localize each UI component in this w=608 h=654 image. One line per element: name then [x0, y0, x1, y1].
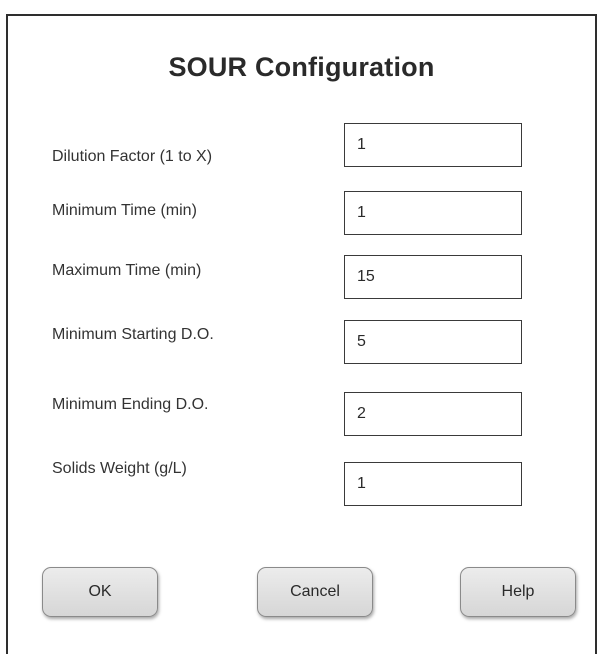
solids-weight-label: Solids Weight (g/L) [52, 460, 187, 477]
minimum-ending-do-label: Minimum Ending D.O. [52, 396, 209, 413]
minimum-ending-do-input[interactable] [344, 392, 522, 436]
cancel-button[interactable]: Cancel [257, 567, 373, 617]
dilution-factor-label: Dilution Factor (1 to X) [52, 148, 213, 165]
help-button[interactable]: Help [460, 567, 576, 617]
ok-button[interactable]: OK [42, 567, 158, 617]
maximum-time-input[interactable] [344, 255, 522, 299]
dialog-title: SOUR Configuration [168, 52, 435, 82]
minimum-time-label: Minimum Time (min) [52, 202, 197, 219]
dilution-factor-input[interactable] [344, 123, 522, 167]
solids-weight-input[interactable] [344, 462, 522, 506]
minimum-starting-do-input[interactable] [344, 320, 522, 364]
minimum-time-input[interactable] [344, 191, 522, 235]
minimum-starting-do-label: Minimum Starting D.O. [52, 326, 214, 343]
sour-configuration-dialog: SOUR Configuration Dilution Factor (1 to… [6, 14, 597, 654]
maximum-time-label: Maximum Time (min) [52, 262, 202, 279]
